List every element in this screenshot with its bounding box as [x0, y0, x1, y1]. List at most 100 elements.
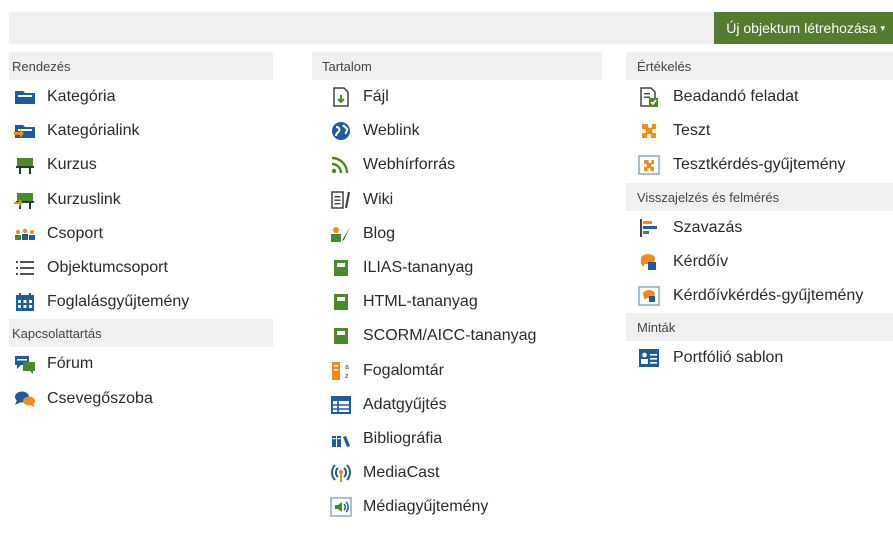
- menu-item-label: Kurzus: [47, 156, 97, 174]
- data-collection-table-icon: [331, 395, 351, 414]
- menu-item-bibliografia[interactable]: Bibliográfia: [312, 422, 602, 456]
- menu-item-webhirforras[interactable]: Webhírforrás: [312, 148, 602, 182]
- question-pool-survey-icon: [638, 286, 660, 306]
- file-download-icon: [333, 87, 349, 107]
- menu-item-teszt[interactable]: Teszt: [626, 114, 893, 148]
- create-new-object-label: Új objektum létrehozása: [726, 20, 877, 36]
- category-link-icon: [14, 125, 35, 139]
- column-content: Tartalom Fájl Weblink Webhírforrás Wiki …: [312, 52, 602, 524]
- menu-item-wiki[interactable]: Wiki: [312, 183, 602, 217]
- blog-icon: [331, 226, 350, 242]
- course-link-icon: [14, 192, 34, 209]
- exercise-document-icon: [640, 87, 658, 108]
- weblink-globe-icon: [332, 122, 350, 141]
- menu-item-csevegoszoba[interactable]: Csevegőszoba: [9, 382, 273, 416]
- group-header-mintak: Minták: [626, 313, 893, 342]
- menu-item-objektumcsoport[interactable]: Objektumcsoport: [9, 251, 273, 285]
- category-folder-icon: [15, 91, 35, 105]
- menu-item-label: Fájl: [363, 88, 389, 106]
- menu-item-label: Fogalomtár: [363, 361, 444, 379]
- group-header-ertekeles: Értékelés: [626, 52, 893, 80]
- menu-item-csoport[interactable]: Csoport: [9, 217, 273, 251]
- menu-item-beadando-feladat[interactable]: Beadandó feladat: [626, 80, 893, 114]
- menu-item-label: Foglalásgyűjtemény: [47, 293, 190, 311]
- menu-item-label: Csoport: [47, 224, 104, 242]
- menu-item-label: Kategória: [47, 88, 116, 106]
- poll-bars-icon: [640, 218, 657, 237]
- menu-item-label: Beadandó feladat: [673, 88, 799, 106]
- menu-item-label: Objektumcsoport: [47, 259, 168, 277]
- menu-item-scorm-aicc-tananyag[interactable]: SCORM/AICC-tananyag: [312, 319, 602, 353]
- media-pool-speaker-icon: [330, 497, 352, 518]
- rss-feed-icon: [331, 157, 349, 174]
- booking-calendar-icon: [16, 293, 34, 312]
- menu-item-label: Csevegőszoba: [47, 389, 153, 407]
- test-puzzle-icon: [642, 124, 656, 139]
- toolbar: Új objektum létrehozása ▾: [9, 12, 893, 44]
- html-module-icon: [334, 294, 348, 311]
- group-icon: [15, 228, 35, 240]
- menu-item-label: Kérdőívkérdés-gyűjtemény: [673, 287, 864, 305]
- menu-item-label: Kurzuslink: [47, 190, 121, 208]
- scorm-module-icon: [334, 328, 348, 345]
- menu-item-fajl[interactable]: Fájl: [312, 80, 602, 114]
- menu-item-label: MediaCast: [363, 464, 440, 482]
- menu-item-adatgyujtes[interactable]: Adatgyűjtés: [312, 388, 602, 422]
- object-group-list-icon: [16, 261, 34, 276]
- menu-item-label: Webhírforrás: [363, 156, 456, 174]
- menu-item-forum[interactable]: Fórum: [9, 347, 273, 381]
- menu-item-label: Bibliográfia: [363, 429, 443, 447]
- survey-icon: [641, 253, 656, 270]
- forum-icon: [15, 356, 35, 375]
- svg-text:z: z: [345, 373, 349, 380]
- menu-item-label: Kérdőív: [673, 252, 729, 270]
- menu-item-kerdoivkerdes-gyujtemeny[interactable]: Kérdőívkérdés-gyűjtemény: [626, 279, 893, 313]
- wiki-icon: [331, 190, 351, 209]
- menu-item-label: Tesztkérdés-gyűjtemény: [673, 156, 846, 174]
- menu-item-label: Médiagyűjtemény: [363, 498, 489, 516]
- menu-item-weblink[interactable]: Weblink: [312, 114, 602, 148]
- menu-item-label: Blog: [363, 224, 396, 242]
- question-pool-test-icon: [638, 155, 660, 176]
- menu-item-kategorialink[interactable]: Kategórialink: [9, 114, 273, 148]
- menu-item-label: SCORM/AICC-tananyag: [363, 327, 537, 345]
- menu-item-label: Adatgyűjtés: [363, 395, 447, 413]
- menu-item-label: Wiki: [363, 190, 394, 208]
- menu-item-tesztkerdes-gyujtemeny[interactable]: Tesztkérdés-gyűjtemény: [626, 148, 893, 182]
- learning-module-icon: [334, 260, 348, 277]
- create-new-object-button[interactable]: Új objektum létrehozása ▾: [714, 12, 893, 44]
- group-header-visszajelzes-es-felmeres: Visszajelzés és felmérés: [626, 182, 893, 211]
- caret-down-icon: ▾: [880, 22, 885, 33]
- menu-item-label: ILIAS-tananyag: [363, 259, 474, 277]
- course-icon: [16, 158, 34, 175]
- group-header-tartalom: Tartalom: [312, 52, 602, 80]
- glossary-icon: az: [332, 361, 349, 380]
- menu-item-label: Portfólió sablon: [673, 349, 784, 367]
- menu-item-label: HTML-tananyag: [363, 293, 478, 311]
- bibliography-books-icon: [332, 435, 350, 447]
- menu-item-foglalasgyujtemeny[interactable]: Foglalásgyűjtemény: [9, 285, 273, 319]
- menu-item-label: Teszt: [673, 122, 711, 140]
- portfolio-template-icon: [639, 349, 659, 368]
- menu-item-html-tananyag[interactable]: HTML-tananyag: [312, 285, 602, 319]
- menu-item-ilias-tananyag[interactable]: ILIAS-tananyag: [312, 251, 602, 285]
- column-assessment: Értékelés Beadandó feladat Teszt Tesztké…: [626, 52, 893, 375]
- mediacast-broadcast-icon: [331, 464, 351, 483]
- menu-item-kurzus[interactable]: Kurzus: [9, 148, 273, 182]
- menu-item-kerdoiv[interactable]: Kérdőív: [626, 245, 893, 279]
- menu-item-kurzuslink[interactable]: Kurzuslink: [9, 183, 273, 217]
- menu-item-label: Fórum: [47, 355, 94, 373]
- menu-item-kategoria[interactable]: Kategória: [9, 80, 273, 114]
- menu-item-portfolio-sablon[interactable]: Portfólió sablon: [626, 341, 893, 375]
- menu-item-label: Szavazás: [673, 218, 743, 236]
- group-header-rendezes: Rendezés: [9, 52, 273, 80]
- menu-item-szavazas[interactable]: Szavazás: [626, 211, 893, 245]
- menu-item-label: Kategórialink: [47, 122, 140, 140]
- column-organisation: Rendezés Kategória Kategórialink Kurzus …: [9, 52, 273, 416]
- menu-item-mediagyujtemeny[interactable]: Médiagyűjtemény: [312, 490, 602, 524]
- menu-item-label: Weblink: [363, 122, 420, 140]
- menu-item-fogalomtar[interactable]: az Fogalomtár: [312, 354, 602, 388]
- menu-item-mediacast[interactable]: MediaCast: [312, 456, 602, 490]
- menu-item-blog[interactable]: Blog: [312, 217, 602, 251]
- group-header-kapcsolattartas: Kapcsolattartás: [9, 319, 273, 348]
